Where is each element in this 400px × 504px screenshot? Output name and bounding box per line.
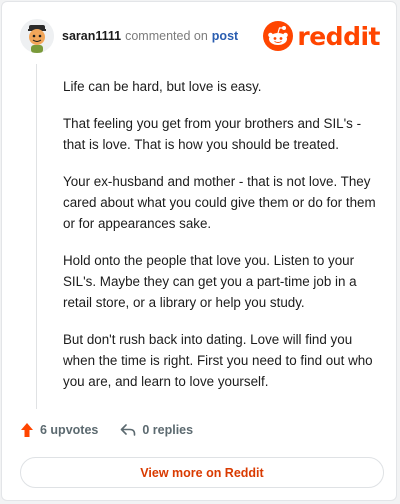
reply-button[interactable]: 0 replies	[120, 423, 193, 437]
comment-body: Life can be hard, but love is easy. That…	[63, 76, 381, 408]
comment-paragraph: Life can be hard, but love is easy.	[63, 79, 262, 94]
comment-embed-card: saran1111 commented on post reddit Life …	[1, 1, 397, 501]
reddit-logo-icon	[263, 21, 294, 51]
view-more-button[interactable]: View more on Reddit	[20, 457, 384, 488]
upvote-arrow-icon	[21, 423, 33, 437]
username-link[interactable]: saran1111	[62, 29, 121, 43]
action-text: commented on	[125, 29, 208, 43]
reddit-wordmark: reddit	[297, 21, 380, 51]
comment-paragraph: But don't rush back into dating. Love wi…	[63, 332, 373, 389]
comment-actions: 6 upvotes 0 replies	[20, 422, 193, 438]
comment-paragraph: Your ex-husband and mother - that is not…	[63, 174, 376, 231]
upvote-count: 6 upvotes	[40, 423, 99, 437]
thread-line	[36, 64, 37, 409]
comment-paragraph: That feeling you get from your brothers …	[63, 116, 362, 152]
comment-paragraph: Hold onto the people that love you. List…	[63, 253, 357, 310]
comment-header: saran1111 commented on post reddit	[20, 19, 380, 53]
post-link[interactable]: post	[212, 29, 238, 43]
reply-count: 0 replies	[142, 423, 194, 437]
avatar[interactable]	[20, 19, 54, 53]
upvote-button[interactable]: 6 upvotes	[20, 422, 98, 438]
reddit-logo[interactable]: reddit	[263, 21, 380, 51]
reply-arrow-icon	[121, 424, 136, 436]
comment-meta: saran1111 commented on post	[62, 29, 238, 43]
